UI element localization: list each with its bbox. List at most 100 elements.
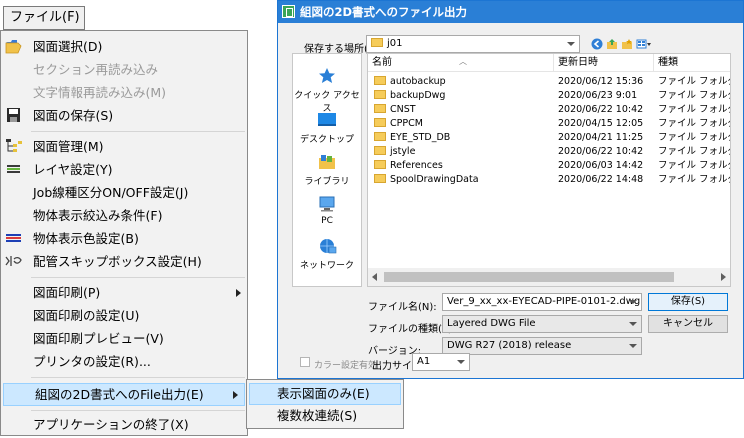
pc-icon <box>319 196 335 212</box>
menu-item-job-line-type[interactable]: Job線種区分ON/OFF設定(J) <box>1 181 247 204</box>
file-row[interactable]: autobackup 2020/06/12 15:36 ファイル フォルダー <box>368 75 730 89</box>
file-row[interactable]: backupDwg 2020/06/23 9:01 ファイル フォルダー <box>368 89 730 103</box>
network-icon <box>320 239 337 254</box>
place-quick-access[interactable]: クイック アクセス <box>293 64 361 114</box>
file-name-cell: SpoolDrawingData <box>374 173 479 187</box>
column-header-date[interactable]: 更新日時 <box>554 54 654 72</box>
place-label: PC <box>321 216 333 226</box>
save-in-combo[interactable]: j01 <box>366 35 580 53</box>
menu-item-label: アプリケーションの終了(X) <box>33 417 189 432</box>
menu-item-printer-settings[interactable]: プリンタの設定(R)... <box>1 350 247 373</box>
file-row[interactable]: CNST 2020/06/22 10:42 ファイル フォルダー <box>368 103 730 117</box>
scrollbar-thumb[interactable] <box>384 272 674 282</box>
output-size-value: A1 <box>417 356 431 367</box>
color-setting-checkbox[interactable] <box>300 357 310 367</box>
save-in-value: j01 <box>387 38 403 49</box>
cancel-button[interactable]: キャンセル <box>648 315 728 333</box>
save-button[interactable]: 保存(S) <box>648 293 728 311</box>
menu-item-label: 図面選択(D) <box>33 39 103 54</box>
file-date: 2020/06/12 15:36 <box>558 76 644 87</box>
file-type: ファイル フォルダー <box>658 146 730 157</box>
color-setting-label: カラー設定有効 <box>314 361 378 371</box>
file-row[interactable]: EYE_STD_DB 2020/04/21 11:25 ファイル フォルダー <box>368 131 730 145</box>
menu-item-label: 図面印刷(P) <box>33 285 101 300</box>
filetype-value: Layered DWG File <box>447 318 536 329</box>
view-menu-icon[interactable] <box>636 38 652 50</box>
filetype-select[interactable]: Layered DWG File <box>442 315 642 333</box>
dialog-titlebar: 組図の2D書式へのファイル出力 <box>278 1 743 23</box>
version-select[interactable]: DWG R27 (2018) release <box>442 337 642 355</box>
file-row[interactable]: References 2020/06/03 14:42 ファイル フォルダー <box>368 159 730 173</box>
file-date: 2020/06/23 9:01 <box>558 90 638 101</box>
floppy-disk-icon <box>7 108 20 122</box>
filename-value: Ver_9_xx_xx-EYECAD-PIPE-0101-2.dwg <box>447 296 641 307</box>
menu-bar: ファイル(F) <box>0 0 88 34</box>
chevron-down-icon <box>629 300 637 304</box>
menu-item-pipe-skip-box[interactable]: 配管スキップボックス設定(H) <box>1 250 247 273</box>
output-size-select[interactable]: A1 <box>412 353 470 371</box>
file-name: jstyle <box>390 146 416 157</box>
menu-item-reload-text[interactable]: 文字情報再読み込み(M) <box>1 81 247 104</box>
file-name-cell: CNST <box>374 103 416 117</box>
export-file-dialog: 組図の2D書式へのファイル出力 保存する場所(I): j01 クイック アクセス <box>277 0 744 379</box>
menu-item-object-filter[interactable]: 物体表示絞込み条件(F) <box>1 204 247 227</box>
chevron-down-icon <box>457 360 465 364</box>
menu-item-label: 物体表示絞込み条件(F) <box>33 208 163 223</box>
file-type: ファイル フォルダー <box>658 90 730 101</box>
menu-item-layer-settings[interactable]: レイヤ設定(Y) <box>1 158 247 181</box>
place-desktop[interactable]: デスクトップ <box>293 108 361 148</box>
folder-icon <box>371 38 383 47</box>
submenu-item-current-drawing[interactable]: 表示図面のみ(E) <box>249 383 401 405</box>
up-folder-icon[interactable] <box>606 38 618 50</box>
back-icon[interactable] <box>591 38 603 50</box>
menu-item-select-drawing[interactable]: 図面選択(D) <box>1 35 247 58</box>
menu-item-print-preview[interactable]: 図面印刷プレビュー(V) <box>1 327 247 350</box>
file-date: 2020/04/15 12:05 <box>558 118 644 129</box>
file-row[interactable]: CPPCM 2020/04/15 12:05 ファイル フォルダー <box>368 117 730 131</box>
menu-item-export-2d-file[interactable]: 組図の2D書式へのFile出力(E) <box>3 383 245 406</box>
submenu-item-multiple-sheets[interactable]: 複数枚連続(S) <box>249 405 401 427</box>
file-date: 2020/06/22 10:42 <box>558 146 644 157</box>
file-name: CNST <box>390 104 416 115</box>
new-folder-icon[interactable] <box>621 38 633 50</box>
dialog-title: 組図の2D書式へのファイル出力 <box>300 5 468 19</box>
place-label: ネットワーク <box>299 261 354 271</box>
file-name: EYE_STD_DB <box>390 132 451 143</box>
menu-item-object-color[interactable]: 物体表示色設定(B) <box>1 227 247 250</box>
file-row[interactable]: jstyle 2020/06/22 10:42 ファイル フォルダー <box>368 145 730 159</box>
place-label: ライブラリ <box>304 177 350 187</box>
file-row[interactable]: SpoolDrawingData 2020/06/22 14:48 ファイル フォル… <box>368 173 730 187</box>
menu-item-exit-application[interactable]: アプリケーションの終了(X) <box>1 413 247 436</box>
menu-item-print-drawing[interactable]: 図面印刷(P) <box>1 281 247 304</box>
file-name-cell: EYE_STD_DB <box>374 131 450 145</box>
menu-item-drawing-management[interactable]: 図面管理(M) <box>1 135 247 158</box>
file-type: ファイル フォルダー <box>658 118 730 129</box>
tree-manage-icon <box>6 139 22 152</box>
column-header-type[interactable]: 種類 <box>654 54 730 72</box>
place-network[interactable]: ネットワーク <box>293 234 361 274</box>
menu-item-label: 図面の保存(S) <box>33 108 114 123</box>
file-name-cell: References <box>374 159 443 173</box>
file-menu-title[interactable]: ファイル(F) <box>3 6 85 30</box>
menu-separator <box>31 277 245 278</box>
file-menu-dropdown: 図面選択(D) セクション再読み込み 文字情報再読み込み(M) 図面の保存(S)… <box>0 30 248 436</box>
scroll-left-icon[interactable] <box>372 273 377 281</box>
menu-item-print-settings[interactable]: 図面印刷の設定(U) <box>1 304 247 327</box>
menu-item-label: 図面印刷の設定(U) <box>33 308 140 323</box>
menu-separator <box>31 131 245 132</box>
submenu-item-label: 複数枚連続(S) <box>277 408 358 423</box>
horizontal-scrollbar[interactable] <box>368 268 730 286</box>
folder-icon <box>374 146 386 155</box>
menu-item-save-drawing[interactable]: 図面の保存(S) <box>1 104 247 127</box>
place-library[interactable]: ライブラリ <box>293 150 361 190</box>
file-name: autobackup <box>390 76 446 87</box>
filename-input[interactable]: Ver_9_xx_xx-EYECAD-PIPE-0101-2.dwg <box>442 293 642 311</box>
folder-icon <box>374 174 386 183</box>
menu-item-label: 文字情報再読み込み(M) <box>33 85 167 100</box>
place-pc[interactable]: PC <box>293 192 361 232</box>
menu-item-label: プリンタの設定(R)... <box>33 354 151 369</box>
menu-item-reload-section[interactable]: セクション再読み込み <box>1 58 247 81</box>
file-name-cell: jstyle <box>374 145 415 159</box>
folder-icon <box>374 132 386 141</box>
scroll-right-icon[interactable] <box>721 273 726 281</box>
